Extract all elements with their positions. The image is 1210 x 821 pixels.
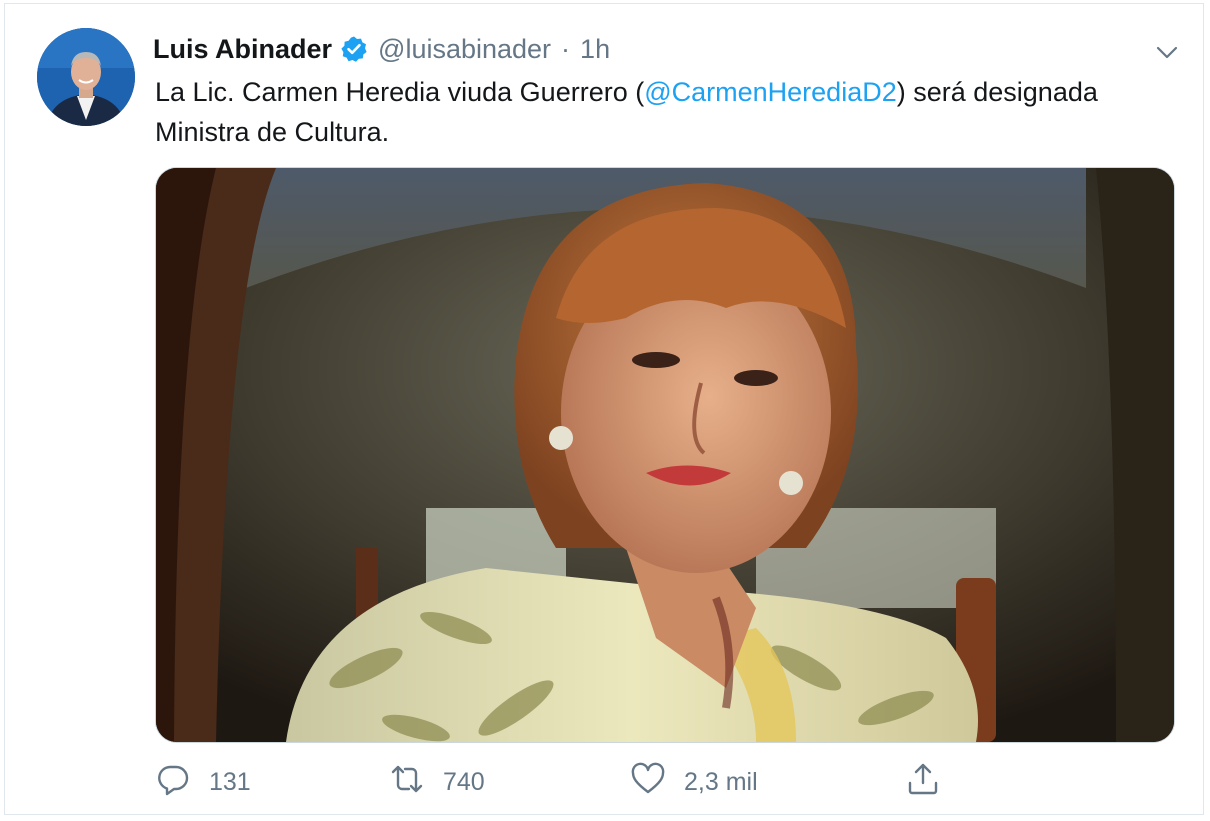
tweet-timestamp[interactable]: 1h xyxy=(580,30,610,68)
retweet-button[interactable]: 740 xyxy=(389,756,485,808)
verified-badge-icon xyxy=(340,35,368,63)
retweet-icon xyxy=(389,761,425,804)
chevron-down-icon[interactable] xyxy=(1153,38,1181,66)
photo-portrait xyxy=(156,168,1174,742)
separator-dot: · xyxy=(561,34,571,64)
tweet-text-before: La Lic. Carmen Heredia viuda Guerrero ( xyxy=(155,77,645,107)
mention-link[interactable]: @CarmenHerediaD2 xyxy=(644,77,897,107)
share-icon xyxy=(905,761,941,804)
tweet-photo[interactable] xyxy=(155,167,1175,743)
tweet-header: Luis Abinader @luisabinader · 1h xyxy=(153,30,610,68)
reply-icon xyxy=(155,761,191,804)
author-name[interactable]: Luis Abinader xyxy=(153,30,332,68)
reply-button[interactable]: 131 xyxy=(155,756,251,808)
heart-icon xyxy=(630,761,666,804)
tweet-actions: 131 740 2,3 mil xyxy=(155,756,955,808)
tweet-card[interactable]: Luis Abinader @luisabinader · 1h La Lic.… xyxy=(4,3,1204,815)
tweet-text: La Lic. Carmen Heredia viuda Guerrero (@… xyxy=(155,72,1165,152)
avatar[interactable] xyxy=(37,28,135,126)
like-count: 2,3 mil xyxy=(684,767,758,796)
author-handle[interactable]: @luisabinader xyxy=(378,30,551,68)
avatar-image xyxy=(37,28,135,126)
share-button[interactable] xyxy=(905,756,941,808)
reply-count: 131 xyxy=(209,767,251,796)
like-button[interactable]: 2,3 mil xyxy=(630,756,758,808)
retweet-count: 740 xyxy=(443,767,485,796)
